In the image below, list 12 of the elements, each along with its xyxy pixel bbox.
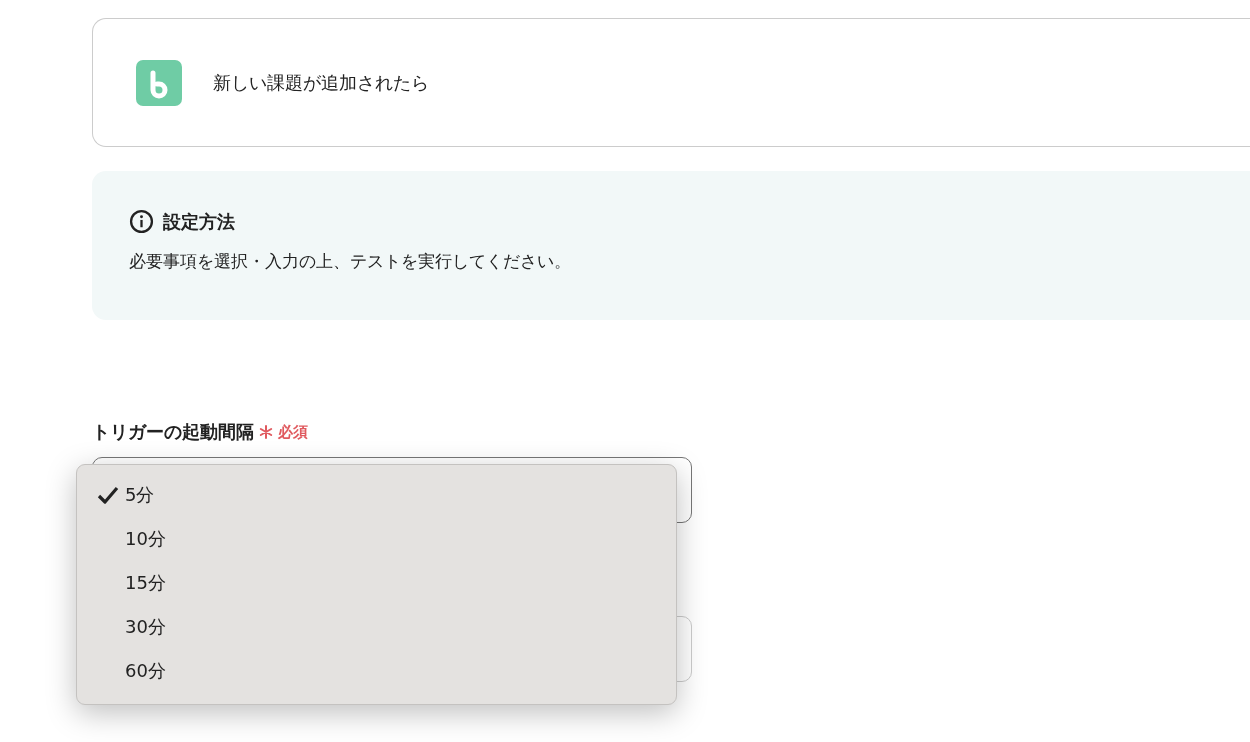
required-label: 必須 xyxy=(278,422,308,442)
dropdown-option[interactable]: 60分 xyxy=(77,649,676,693)
field-label: トリガーの起動間隔 xyxy=(92,420,254,444)
info-icon xyxy=(129,209,154,234)
info-text: 必要事項を選択・入力の上、テストを実行してください。 xyxy=(129,250,572,273)
dropdown-option[interactable]: 10分 xyxy=(77,517,676,561)
dropdown-option[interactable]: 30分 xyxy=(77,605,676,649)
dropdown-option[interactable]: 5分 xyxy=(77,473,676,517)
dropdown-option[interactable]: 15分 xyxy=(77,561,676,605)
app-logo-icon xyxy=(136,59,182,106)
trigger-title: 新しい課題が追加されたら xyxy=(213,70,429,95)
info-title: 設定方法 xyxy=(163,209,235,234)
